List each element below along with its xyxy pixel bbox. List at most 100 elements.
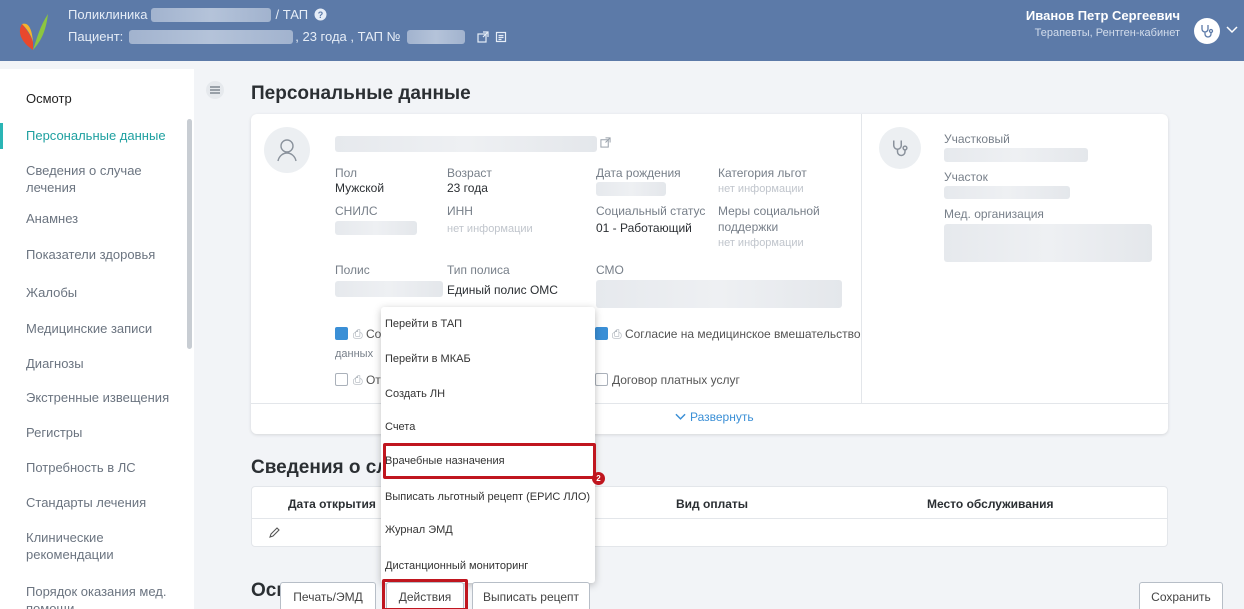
policy-type-label: Тип полиса (447, 263, 510, 277)
district-doctor-label: Участковый (944, 132, 1010, 146)
clinic-label: Поликлиника (68, 7, 148, 22)
tap-label: / ТАП (275, 7, 309, 22)
gender-label: Пол (335, 166, 358, 180)
user-avatar[interactable] (1194, 18, 1220, 44)
med-org-redacted (944, 224, 1152, 262)
sidebar-item-complaints[interactable]: Жалобы (26, 284, 186, 301)
help-icon[interactable]: ? (314, 8, 327, 21)
sidebar-item-health-indicators[interactable]: Показатели здоровья (26, 246, 186, 263)
patient-label: Пациент: (68, 29, 124, 44)
chevron-down-icon (675, 413, 686, 420)
social-status-label: Социальный статус (596, 204, 706, 218)
inn-value: нет информации (447, 223, 533, 235)
sidebar-item-emergency-notices[interactable]: Экстренные извещения (26, 389, 186, 406)
print-icon[interactable]: ⎙ (353, 327, 366, 341)
user-name: Иванов Петр Сергеевич (1025, 8, 1180, 23)
highlight-frame-actions (382, 579, 468, 609)
menu-item-go-to-tap[interactable]: Перейти в ТАП (385, 318, 462, 330)
refusal-label: ⎙ От (353, 373, 381, 387)
stethoscope-icon (1201, 25, 1214, 38)
user-info[interactable]: Иванов Петр Сергеевич Терапевты, Рентген… (1026, 8, 1180, 39)
paid-contract-checkbox[interactable] (595, 373, 608, 386)
social-support-label-1: Меры социальной (718, 204, 820, 218)
menu-item-go-to-mkab[interactable]: Перейти в МКАБ (385, 353, 471, 365)
document-icon[interactable] (495, 31, 507, 43)
smo-label: СМО (596, 263, 624, 277)
person-icon (277, 139, 297, 162)
age-label: Возраст (447, 166, 492, 180)
menu-item-invoices[interactable]: Счета (385, 421, 415, 433)
social-support-label-2: поддержки (718, 220, 779, 234)
print-icon[interactable]: ⎙ (353, 373, 366, 387)
sidebar-active-indicator (0, 123, 3, 149)
print-emd-button[interactable]: Печать/ЭМД (280, 582, 376, 609)
clinic-name-redacted (151, 7, 272, 22)
print-icon[interactable]: ⎙ (612, 327, 625, 341)
paid-contract-label: Договор платных услуг (612, 373, 740, 387)
social-support-value: нет информации (718, 237, 804, 249)
sidebar-item-anamnesis[interactable]: Анамнез (26, 210, 186, 227)
policy-type-value: Единый полис ОМС (447, 283, 558, 297)
sidebar-item-registers[interactable]: Регистры (26, 424, 186, 441)
app-header: Поликлиника / ТАП ? Пациент: , 23 года ,… (0, 0, 1244, 61)
benefit-value: нет информации (718, 183, 804, 195)
column-open-date[interactable]: Дата открытия (288, 497, 376, 511)
snils-label: СНИЛС (335, 204, 378, 218)
svg-text:?: ? (318, 10, 324, 20)
consent-med-label: ⎙ Согласие на медицинское вмешательство (612, 327, 861, 341)
patient-name-redacted (129, 29, 294, 44)
pencil-icon[interactable] (268, 527, 280, 539)
menu-item-emd-journal[interactable]: Журнал ЭМД (385, 524, 453, 536)
consent-med-checkbox[interactable] (595, 327, 608, 340)
save-button[interactable]: Сохранить (1139, 582, 1223, 609)
snils-redacted (335, 221, 417, 235)
inn-label: ИНН (447, 204, 473, 218)
step-badge: 2 (592, 472, 605, 485)
sidebar-item-personal-data[interactable]: Персональные данные (26, 127, 186, 144)
consent-data-label-2: данных (335, 348, 374, 360)
policy-label: Полис (335, 263, 370, 277)
sidebar-scrollbar[interactable] (187, 119, 192, 349)
expand-button[interactable]: Развернуть (675, 410, 754, 424)
external-link-icon[interactable] (476, 30, 489, 43)
write-prescription-button[interactable]: Выписать рецепт (472, 582, 590, 609)
patient-age-tap: , 23 года , ТАП № (295, 29, 401, 44)
birth-date-label: Дата рождения (596, 166, 681, 180)
district-label: Участок (944, 170, 988, 184)
clinic-logo-icon (19, 14, 48, 50)
benefit-label: Категория льгот (718, 166, 807, 180)
stethoscope-icon (893, 140, 908, 157)
gender-value: Мужской (335, 181, 385, 195)
doctor-avatar (879, 127, 921, 169)
user-role: Терапевты, Рентген-кабинет (1034, 27, 1180, 39)
sidebar-item-treatment-standards[interactable]: Стандарты лечения (26, 494, 186, 511)
sidebar-item-care-procedure[interactable]: Порядок оказания мед. помощи (26, 583, 186, 609)
sidebar-title[interactable]: Осмотр (26, 90, 186, 107)
menu-item-remote-monitoring[interactable]: Дистанционный мониторинг (385, 560, 528, 572)
sidebar-item-case-info[interactable]: Сведения о случае лечения (26, 162, 186, 196)
policy-number-redacted (335, 281, 443, 297)
age-value: 23 года (447, 181, 488, 195)
highlight-frame-prescriptions (383, 443, 596, 479)
column-payment-type[interactable]: Вид оплаты (676, 497, 748, 511)
external-link-icon[interactable] (600, 137, 611, 148)
birth-date-redacted (596, 182, 666, 196)
column-service-place[interactable]: Место обслуживания (927, 497, 1054, 511)
sidebar-item-drug-needs[interactable]: Потребность в ЛС (26, 459, 186, 476)
sidebar-item-diagnoses[interactable]: Диагнозы (26, 355, 186, 372)
refusal-checkbox[interactable] (335, 373, 348, 386)
social-status-value: 01 - Работающий (596, 221, 692, 235)
chevron-down-icon[interactable] (1226, 25, 1238, 35)
menu-item-create-ln[interactable]: Создать ЛН (385, 388, 445, 400)
patient-avatar (264, 127, 310, 173)
sidebar-item-medical-records[interactable]: Медицинские записи (26, 320, 186, 337)
sidebar-item-clinical-guidelines[interactable]: Клинические рекомендации (26, 529, 186, 563)
menu-item-preferential-recipe[interactable]: Выписать льготный рецепт (ЕРИС ЛЛО) (385, 491, 590, 503)
case-info-title: Сведения о сл (251, 457, 389, 478)
consent-data-checkbox[interactable] (335, 327, 348, 340)
sidebar: Осмотр Персональные данные Сведения о сл… (0, 69, 194, 609)
district-redacted (944, 186, 1070, 199)
personal-data-title: Персональные данные (251, 83, 471, 104)
menu-toggle-icon[interactable] (204, 81, 226, 99)
smo-redacted (596, 280, 842, 308)
